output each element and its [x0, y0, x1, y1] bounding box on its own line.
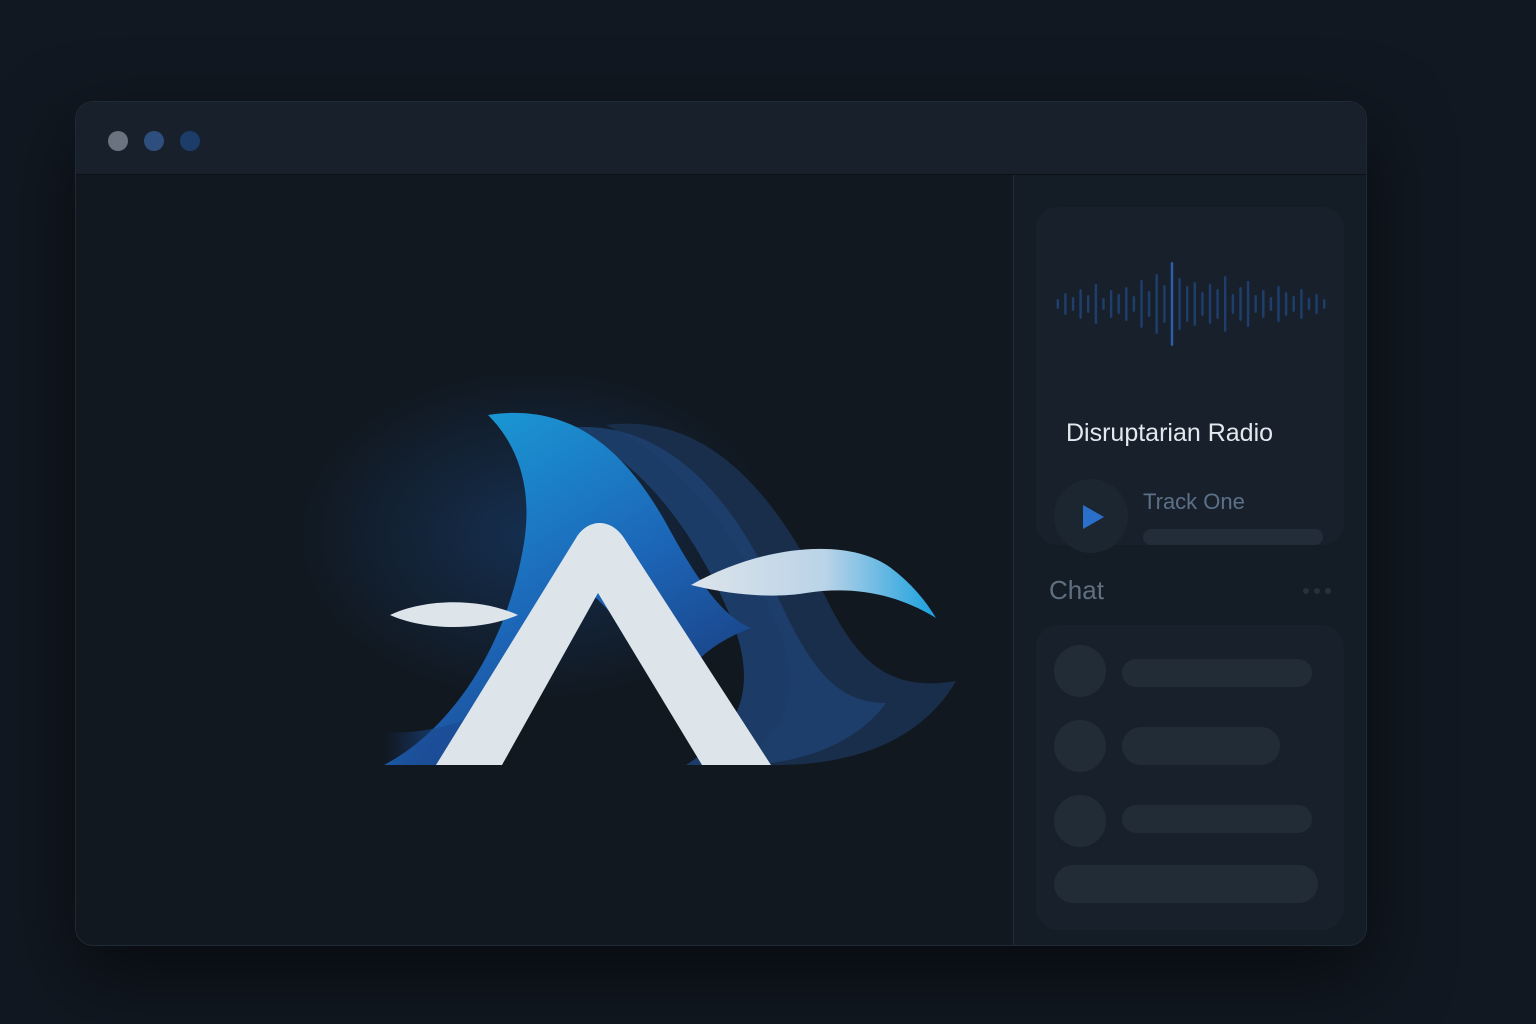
waveform-icon [1056, 262, 1326, 346]
dot [1325, 588, 1331, 594]
dot [1314, 588, 1320, 594]
waveform-bar [1087, 295, 1090, 313]
avatar [1054, 795, 1106, 847]
waveform-bar [1125, 287, 1128, 321]
waveform-bar [1262, 290, 1265, 318]
chat-input[interactable] [1054, 865, 1318, 903]
waveform-bar [1239, 287, 1242, 321]
waveform-bar [1277, 286, 1280, 322]
waveform-bar [1094, 284, 1098, 324]
waveform-bar [1147, 291, 1151, 317]
waveform-bar [1079, 289, 1082, 319]
waveform-bar [1201, 292, 1204, 316]
waveform-bar [1109, 290, 1113, 318]
waveform-bar [1284, 292, 1288, 316]
more-dots-icon[interactable] [1300, 583, 1334, 599]
waveform-bar [1246, 281, 1250, 327]
app-window: Disruptarian Radio Track One Chat [75, 101, 1367, 946]
chat-panel [1036, 625, 1344, 930]
waveform-bar [1064, 293, 1067, 315]
waveform-bar [1193, 282, 1196, 326]
waveform-bar [1292, 296, 1295, 312]
chat-message-placeholder [1122, 659, 1312, 687]
waveform-bar [1102, 298, 1105, 310]
waveform-bar [1132, 296, 1136, 312]
main-content [76, 175, 1012, 945]
station-title: Disruptarian Radio [1066, 419, 1274, 447]
waveform-bar [1307, 298, 1311, 310]
avatar [1054, 720, 1106, 772]
waveform-bar [1216, 289, 1219, 319]
wave-fin-logo-icon [384, 412, 956, 765]
window-close-button[interactable] [108, 131, 128, 151]
waveform-bar [1140, 280, 1143, 328]
waveform-bar [1300, 289, 1303, 319]
waveform-bar [1178, 278, 1181, 330]
waveform-bar [1231, 294, 1235, 314]
waveform-bar [1117, 294, 1120, 314]
chat-title: Chat [1049, 575, 1104, 605]
sidebar: Disruptarian Radio Track One Chat [1013, 175, 1366, 945]
waveform-bar [1323, 299, 1326, 309]
waveform-bar [1269, 297, 1273, 311]
waveform-bar [1254, 295, 1257, 313]
title-bar [76, 102, 1366, 175]
waveform-bar [1208, 284, 1212, 324]
window-minimize-button[interactable] [144, 131, 164, 151]
waveform-bar [1315, 294, 1318, 314]
play-icon [1083, 505, 1104, 529]
waveform-bar [1224, 276, 1227, 332]
waveform-bar [1155, 274, 1158, 334]
track-title: Track One [1143, 489, 1245, 514]
play-button[interactable] [1054, 479, 1128, 553]
progress-bar[interactable] [1143, 529, 1323, 545]
chat-message-placeholder [1122, 805, 1312, 833]
chat-message-placeholder [1122, 727, 1280, 765]
window-zoom-button[interactable] [180, 131, 200, 151]
waveform-bar [1170, 262, 1174, 346]
waveform-bar [1186, 286, 1189, 322]
player-card: Disruptarian Radio Track One [1036, 207, 1344, 553]
waveform-bar [1163, 285, 1166, 323]
waveform-bar [1071, 297, 1075, 311]
avatar [1054, 645, 1106, 697]
dot [1303, 588, 1309, 594]
waveform-bar [1056, 299, 1059, 309]
